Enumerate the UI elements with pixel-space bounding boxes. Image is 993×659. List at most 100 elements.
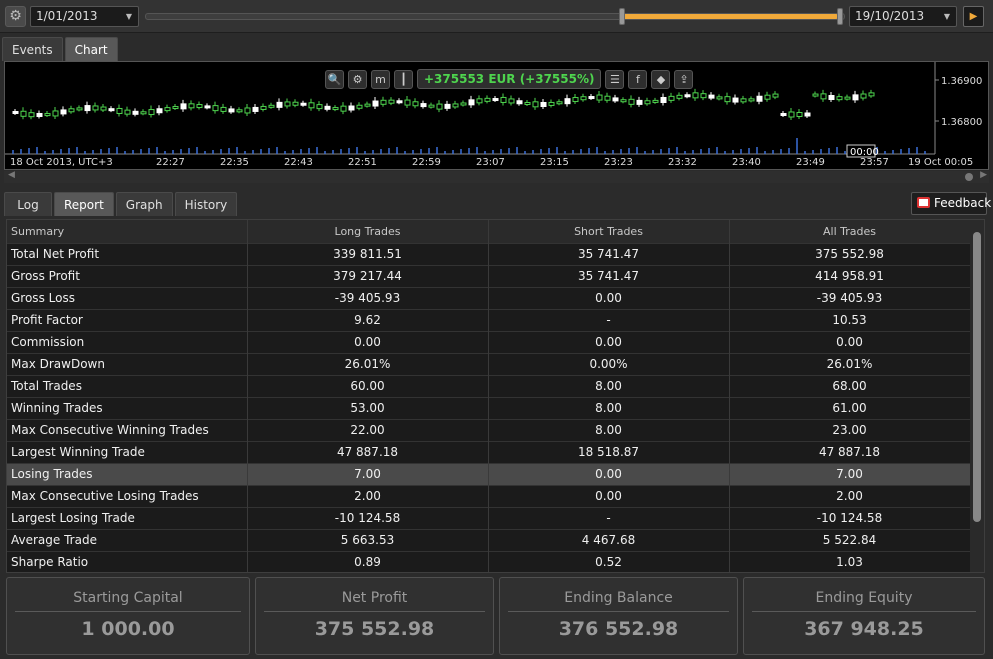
candle: [404, 99, 411, 106]
candle: [180, 103, 187, 110]
x-tick-label: 22:51: [348, 157, 377, 168]
chart-toolbar: 🔍 ⚙ m ┃ +375553 EUR (+37555%) ☰ f ◆ ⇪: [325, 68, 694, 90]
candle: [324, 105, 331, 110]
row-label: Largest Losing Trade: [7, 506, 248, 529]
table-row[interactable]: Profit Factor 9.62-10.53: [7, 308, 971, 331]
candle: [316, 104, 323, 110]
cell-value: 379 217.44: [247, 264, 489, 287]
candle: [44, 113, 51, 117]
column-header[interactable]: Short Trades: [488, 220, 730, 243]
facebook-icon[interactable]: f: [628, 69, 648, 89]
table-row[interactable]: Sharpe Ratio 0.89 0.52 1.03: [7, 550, 971, 572]
candle: [580, 96, 587, 101]
candle: [244, 107, 251, 114]
candle: [276, 101, 283, 108]
candle: [724, 96, 731, 103]
candle: [868, 92, 875, 97]
scroll-thumb[interactable]: [965, 173, 973, 181]
column-header[interactable]: Summary: [7, 220, 248, 243]
tab-history[interactable]: History: [174, 192, 238, 216]
row-label: Losing Trades: [7, 462, 248, 485]
feedback-button[interactable]: Feedback: [911, 192, 991, 215]
candle: [732, 97, 739, 103]
candle: [700, 93, 707, 99]
cell-value: 339 811.51: [247, 242, 489, 265]
tab-report[interactable]: Report: [54, 192, 114, 216]
tab-events[interactable]: Events: [2, 37, 63, 61]
timeframe-icon[interactable]: m: [371, 69, 390, 89]
cell-value: 2.00: [247, 484, 489, 507]
range-start-handle[interactable]: [619, 8, 625, 25]
candle: [156, 108, 163, 114]
start-date-select[interactable]: 1/01/2013 ▼: [30, 6, 139, 27]
table-row[interactable]: Total Trades 60.00 8.00 68.00: [7, 374, 971, 397]
table-row[interactable]: Average Trade 5 663.53 4 467.68 5 522.84: [7, 528, 971, 551]
report-vertical-scrollbar[interactable]: [970, 220, 984, 572]
candle: [396, 100, 403, 104]
cell-value: 5 663.53: [247, 528, 489, 551]
gear-icon[interactable]: ⚙: [5, 6, 26, 27]
card-value: 375 552.98: [314, 618, 435, 640]
column-header[interactable]: All Trades: [729, 220, 971, 243]
table-row[interactable]: Commission 0.00 0.00 0.00: [7, 330, 971, 353]
candle: [348, 105, 355, 111]
table-row[interactable]: Largest Winning Trade 47 887.18 18 518.87 4…: [7, 440, 971, 463]
table-row[interactable]: Max DrawDown 26.01% 0.00% 26.01%: [7, 352, 971, 375]
candle: [852, 94, 859, 101]
table-row[interactable]: Losing Trades 7.00 0.00 7.00: [7, 462, 971, 485]
candle: [540, 101, 547, 107]
export-icon[interactable]: ⇪: [674, 69, 694, 89]
table-row[interactable]: Largest Losing Trade -10 124.58- -10 124.5…: [7, 506, 971, 529]
ending-equity-card: Ending Equity 367 948.25: [743, 577, 985, 655]
cell-value: 61.00: [729, 396, 971, 419]
candle: [76, 107, 83, 111]
scroll-thumb[interactable]: [973, 232, 981, 522]
zoom-icon[interactable]: 🔍: [325, 69, 344, 89]
column-header[interactable]: Long Trades: [247, 220, 489, 243]
table-row[interactable]: Gross Loss -39 405.93 0.00 -39 405.93: [7, 286, 971, 309]
tab-chart[interactable]: Chart: [64, 37, 118, 61]
tab-graph[interactable]: Graph: [115, 192, 173, 216]
table-row[interactable]: Max Consecutive Losing Trades 2.00 0.00 2.0…: [7, 484, 971, 507]
price-chart[interactable]: 1.36900 1.36800 18 Oct 2013, UTC+3 22:27 22:…: [4, 61, 989, 170]
table-row[interactable]: Total Net Profit 339 811.51 35 741.47 375 5…: [7, 242, 971, 265]
tab-log[interactable]: Log: [4, 192, 52, 216]
candle: [92, 105, 99, 111]
card-label: Ending Balance: [564, 590, 673, 606]
candle: [476, 98, 483, 104]
cell-value: 0.00: [488, 286, 730, 309]
date-range-slider[interactable]: [145, 8, 845, 25]
table-row[interactable]: Gross Profit 379 217.44 35 741.47 414 958.9…: [7, 264, 971, 287]
candle: [100, 106, 107, 111]
list-check-icon[interactable]: ☰: [605, 69, 625, 89]
candle: [148, 109, 155, 116]
candle: [236, 109, 243, 113]
scroll-right-icon[interactable]: ▶: [980, 170, 987, 180]
chart-settings-icon[interactable]: ⚙: [348, 69, 367, 89]
range-end-handle[interactable]: [837, 8, 843, 25]
candle: [780, 113, 787, 116]
bookmark-icon[interactable]: ◆: [651, 69, 671, 89]
card-value: 1 000.00: [81, 618, 175, 640]
end-date-select[interactable]: 19/10/2013 ▼: [849, 6, 957, 27]
report-table: Summary Long Trades Short Trades All Tra…: [7, 220, 971, 572]
table-row[interactable]: Winning Trades 53.00 8.00 61.00: [7, 396, 971, 419]
candle: [332, 107, 339, 111]
candle: [636, 99, 643, 105]
candle: [484, 97, 491, 102]
cell-value: 26.01%: [247, 352, 489, 375]
candle: [68, 108, 75, 113]
candle: [260, 105, 267, 110]
x-tick-label: 22:35: [220, 157, 249, 168]
candlestick-icon[interactable]: ┃: [394, 69, 413, 89]
play-button[interactable]: ▶: [963, 6, 984, 27]
chart-horizontal-scrollbar[interactable]: ◀ ▶: [4, 170, 989, 183]
cell-value: 0.00: [488, 330, 730, 353]
candle: [60, 109, 67, 115]
table-row[interactable]: Max Consecutive Winning Trades 22.00 8.00 2…: [7, 418, 971, 441]
x-tick-label: 22:59: [412, 157, 441, 168]
x-tick-label: 23:23: [604, 157, 633, 168]
row-label: Total Trades: [7, 374, 248, 397]
cell-value: -: [488, 308, 730, 331]
scroll-left-icon[interactable]: ◀: [8, 170, 15, 180]
